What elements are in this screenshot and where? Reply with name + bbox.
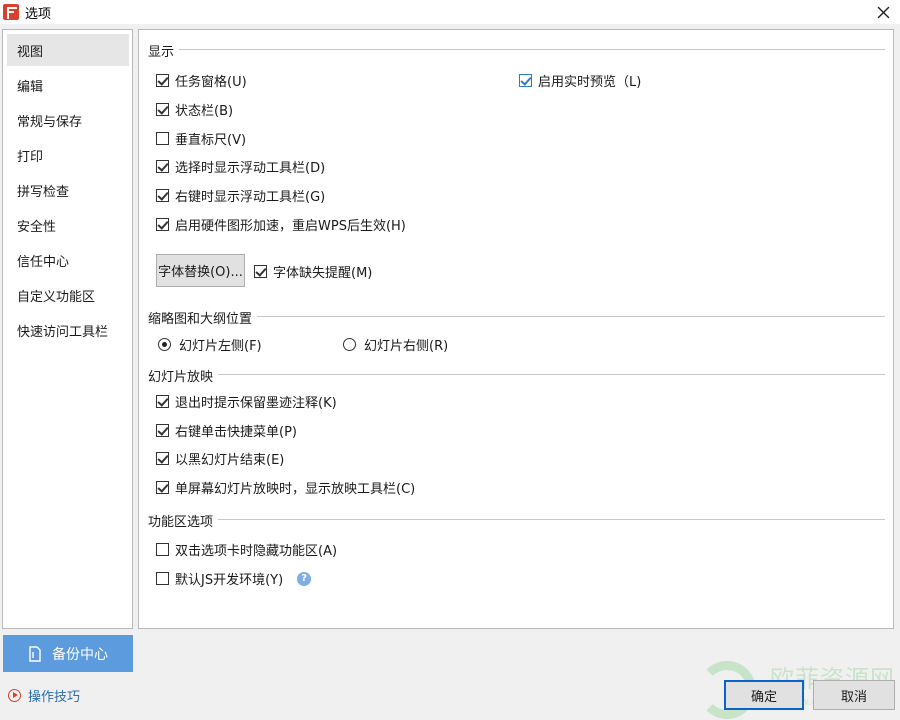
sidebar-item-label: 常规与保存 <box>17 114 83 130</box>
checkbox-box <box>156 160 169 173</box>
section-divider <box>257 316 885 317</box>
end-black-slide-checkbox[interactable]: 以黑幻灯片结束(E) <box>156 449 284 468</box>
float-toolbar-rightclick-checkbox[interactable]: 右键时显示浮动工具栏(G) <box>156 186 325 205</box>
section-title-thumbnail: 缩略图和大纲位置 <box>148 312 253 327</box>
sidebar-item-spellcheck[interactable]: 拼写检查 <box>7 174 129 206</box>
checkbox-label: 选择时显示浮动工具栏(D) <box>175 161 326 176</box>
checkbox-label: 默认JS开发环境(Y) <box>175 573 284 588</box>
backup-center-label: 备份中心 <box>52 646 108 663</box>
checkbox-box <box>156 74 169 87</box>
checkbox-box <box>156 218 169 231</box>
wps-presentation-icon <box>3 4 19 20</box>
checkbox-label: 以黑幻灯片结束(E) <box>175 453 285 468</box>
sidebar-item-label: 拼写检查 <box>17 184 70 200</box>
sidebar-item-view[interactable]: 视图 <box>7 34 129 66</box>
sidebar-item-customize-ribbon[interactable]: 自定义功能区 <box>7 279 129 311</box>
sidebar-item-label: 编辑 <box>17 79 44 95</box>
hardware-acceleration-checkbox[interactable]: 启用硬件图形加速，重启WPS后生效(H) <box>156 215 406 234</box>
checkbox-box <box>156 395 169 408</box>
font-missing-alert-checkbox[interactable]: 字体缺失提醒(M) <box>254 262 372 281</box>
sidebar-item-print[interactable]: 打印 <box>7 139 129 171</box>
checkbox-box <box>156 452 169 465</box>
sidebar-item-label: 视图 <box>17 44 44 60</box>
options-sidebar: 视图 编辑 常规与保存 打印 拼写检查 安全性 信任中心 自定义功能区 快速访问… <box>2 29 133 629</box>
help-icon[interactable]: ? <box>297 571 312 586</box>
sidebar-item-label: 自定义功能区 <box>17 289 96 305</box>
sidebar-item-security[interactable]: 安全性 <box>7 209 129 241</box>
checkbox-box <box>519 74 532 87</box>
checkbox-box <box>156 132 169 145</box>
checkbox-label: 状态栏(B) <box>175 104 234 119</box>
checkbox-label: 任务窗格(U) <box>175 75 247 90</box>
cancel-button[interactable]: 取消 <box>813 680 895 710</box>
sidebar-item-label: 安全性 <box>17 219 57 235</box>
status-bar-checkbox[interactable]: 状态栏(B) <box>156 100 233 119</box>
close-icon <box>877 6 889 18</box>
ink-annotation-prompt-checkbox[interactable]: 退出时提示保留墨迹注释(K) <box>156 392 337 411</box>
window-title: 选项 <box>25 6 52 22</box>
live-preview-checkbox[interactable]: 启用实时预览（L) <box>519 71 641 90</box>
sidebar-item-label: 快速访问工具栏 <box>17 324 109 340</box>
checkbox-box <box>156 424 169 437</box>
checkbox-label: 启用硬件图形加速，重启WPS后生效(H) <box>175 219 406 234</box>
checkbox-label: 双击选项卡时隐藏功能区(A) <box>175 544 338 559</box>
sidebar-item-trust-center[interactable]: 信任中心 <box>7 244 129 276</box>
title-bar: 选项 <box>0 0 900 24</box>
section-title-ribbon: 功能区选项 <box>148 515 214 530</box>
section-divider <box>218 519 885 520</box>
checkbox-box <box>156 103 169 116</box>
checkbox-label: 启用实时预览（L) <box>538 75 642 90</box>
checkbox-label: 垂直标尺(V) <box>175 133 247 148</box>
thumbnail-left-radio[interactable]: 幻灯片左侧(F) <box>158 335 262 354</box>
checkbox-box <box>156 189 169 202</box>
options-panel: 显示 任务窗格(U) 启用实时预览（L) 状态栏(B) 垂直标尺(V) 选择时显… <box>138 29 894 629</box>
radio-label: 幻灯片左侧(F) <box>179 339 262 354</box>
dblclick-hide-ribbon-checkbox[interactable]: 双击选项卡时隐藏功能区(A) <box>156 540 337 559</box>
play-circle-icon <box>8 689 21 702</box>
thumbnail-right-radio[interactable]: 幻灯片右侧(R) <box>343 335 448 354</box>
operation-tips-label: 操作技巧 <box>28 690 81 705</box>
sidebar-item-label: 打印 <box>17 149 44 165</box>
checkbox-label: 单屏幕幻灯片放映时，显示放映工具栏(C) <box>175 482 416 497</box>
sidebar-item-label: 信任中心 <box>17 254 70 270</box>
checkbox-box <box>156 481 169 494</box>
operation-tips-link[interactable]: 操作技巧 <box>8 686 80 705</box>
close-button[interactable] <box>872 1 894 23</box>
vertical-ruler-checkbox[interactable]: 垂直标尺(V) <box>156 129 246 148</box>
section-divider <box>218 374 885 375</box>
backup-center-button[interactable]: 备份中心 <box>3 635 133 672</box>
sidebar-item-edit[interactable]: 编辑 <box>7 69 129 101</box>
section-divider <box>179 49 885 50</box>
task-pane-checkbox[interactable]: 任务窗格(U) <box>156 71 247 90</box>
checkbox-box <box>156 572 169 585</box>
ok-button[interactable]: 确定 <box>724 680 804 710</box>
checkbox-label: 右键单击快捷菜单(P) <box>175 425 297 440</box>
checkbox-box <box>254 265 267 278</box>
font-replace-button[interactable]: 字体替换(O)... <box>156 254 245 287</box>
sidebar-item-quick-access-toolbar[interactable]: 快速访问工具栏 <box>7 314 129 346</box>
section-title-slideshow: 幻灯片放映 <box>148 370 214 385</box>
sidebar-item-general-save[interactable]: 常规与保存 <box>7 104 129 136</box>
default-js-env-checkbox[interactable]: 默认JS开发环境(Y) ? <box>156 569 312 588</box>
checkbox-label: 右键时显示浮动工具栏(G) <box>175 190 326 205</box>
radio-label: 幻灯片右侧(R) <box>364 339 449 354</box>
checkbox-label: 退出时提示保留墨迹注释(K) <box>175 396 337 411</box>
section-title-display: 显示 <box>148 45 175 60</box>
single-screen-toolbar-checkbox[interactable]: 单屏幕幻灯片放映时，显示放映工具栏(C) <box>156 478 415 497</box>
checkbox-label: 字体缺失提醒(M) <box>273 266 373 281</box>
rightclick-menu-checkbox[interactable]: 右键单击快捷菜单(P) <box>156 421 297 440</box>
checkbox-box <box>156 543 169 556</box>
float-toolbar-select-checkbox[interactable]: 选择时显示浮动工具栏(D) <box>156 157 325 176</box>
document-icon <box>29 645 41 662</box>
radio-circle <box>343 338 356 351</box>
radio-circle <box>158 338 171 351</box>
